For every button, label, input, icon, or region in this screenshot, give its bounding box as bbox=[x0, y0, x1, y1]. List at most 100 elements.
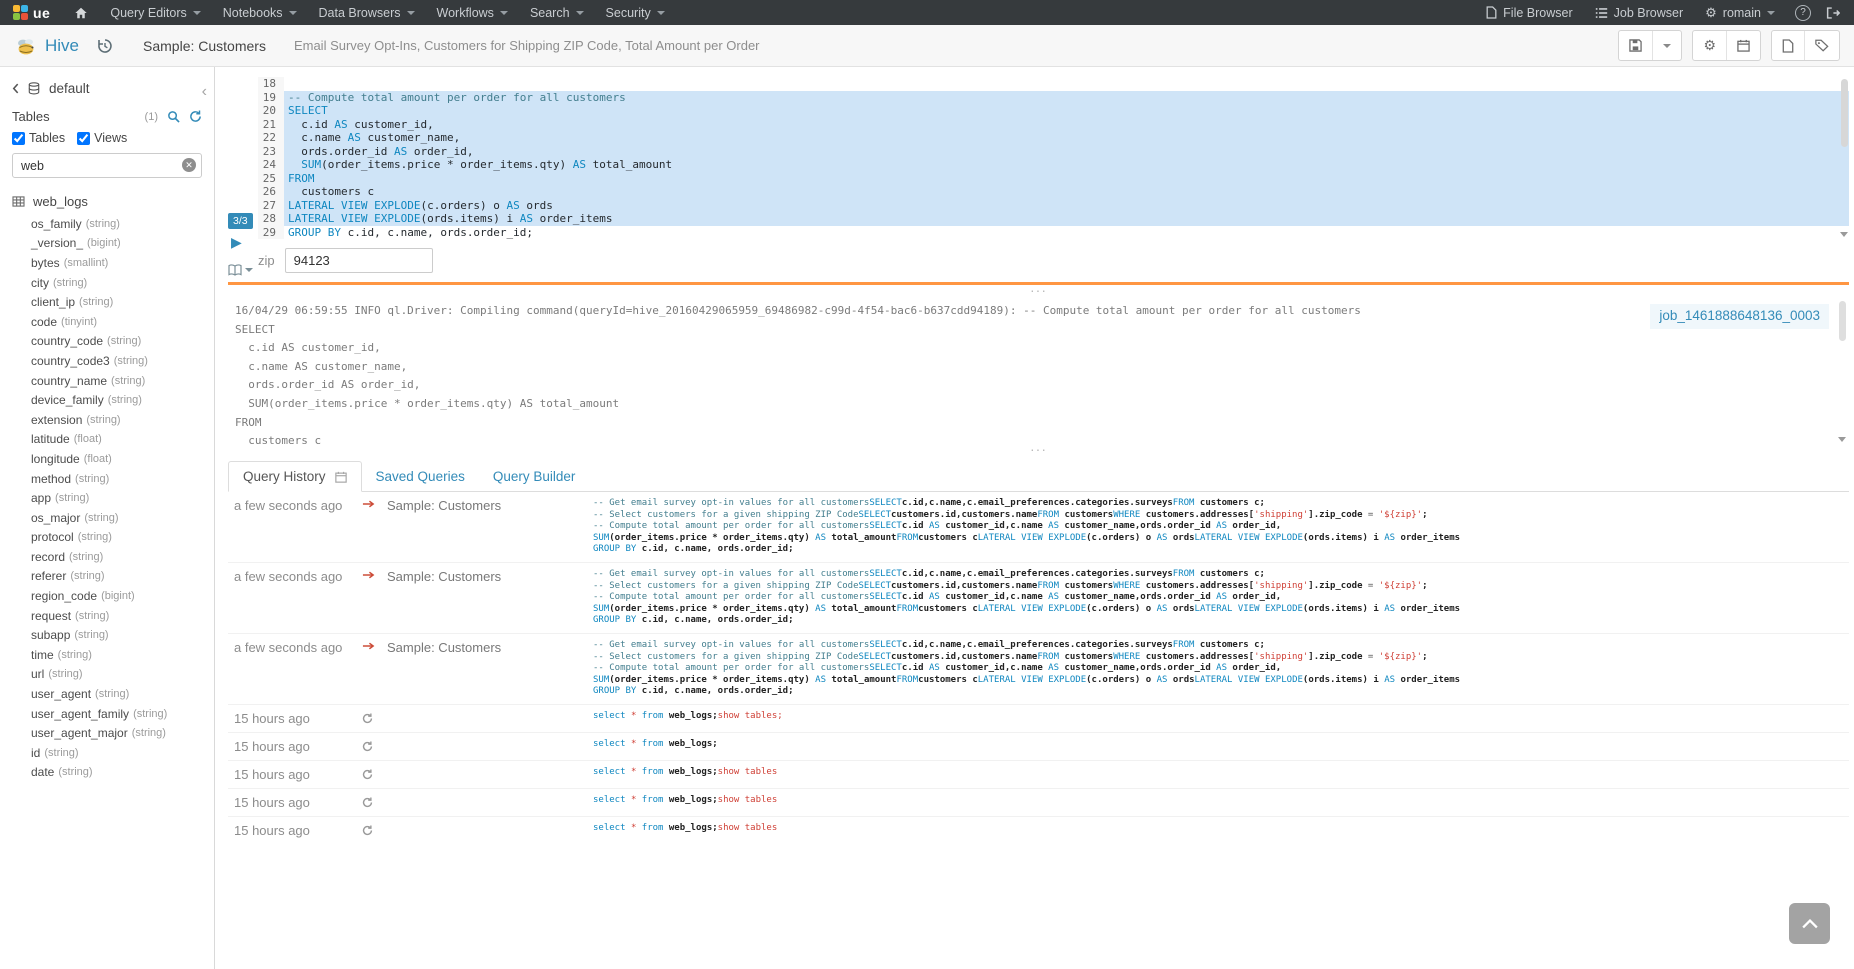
database-selector[interactable]: default bbox=[0, 73, 214, 102]
code-line-24[interactable]: 24 SUM(order_items.price * order_items.q… bbox=[258, 158, 1849, 172]
history-row[interactable]: 15 hours agoselect * from web_logs;show … bbox=[228, 704, 1849, 732]
table-search-input[interactable] bbox=[12, 153, 202, 178]
column-item-record[interactable]: record(string) bbox=[31, 547, 214, 567]
tab-saved-queries[interactable]: Saved Queries bbox=[362, 462, 479, 491]
refresh-icon[interactable] bbox=[356, 732, 381, 760]
save-button[interactable] bbox=[1619, 31, 1652, 60]
tab-query-history[interactable]: Query History bbox=[228, 461, 362, 492]
history-row[interactable]: a few seconds agoSample: Customers-- Get… bbox=[228, 492, 1849, 562]
history-row[interactable]: 15 hours agoselect * from web_logs;show … bbox=[228, 788, 1849, 816]
column-item-_version_[interactable]: _version_(bigint) bbox=[31, 234, 214, 254]
column-item-code[interactable]: code(tinyint) bbox=[31, 312, 214, 332]
variable-zip-input[interactable] bbox=[285, 248, 433, 273]
topnav-menu-query-editors[interactable]: Query Editors bbox=[99, 0, 211, 25]
user-menu[interactable]: ⚙ romain bbox=[1694, 0, 1786, 25]
column-item-user_agent[interactable]: user_agent(string) bbox=[31, 684, 214, 704]
scrollbar-thumb[interactable] bbox=[1841, 79, 1848, 147]
job-link[interactable]: job_1461888648136_0003 bbox=[1650, 304, 1829, 329]
filter-tables-checkbox[interactable]: Tables bbox=[12, 131, 65, 145]
column-item-country_code[interactable]: country_code(string) bbox=[31, 332, 214, 352]
scroll-down-icon[interactable] bbox=[1840, 232, 1848, 237]
redo-icon[interactable] bbox=[356, 492, 381, 562]
code-line-23[interactable]: 23 ords.order_id AS order_id, bbox=[258, 145, 1849, 159]
topnav-menu-notebooks[interactable]: Notebooks bbox=[212, 0, 308, 25]
history-row[interactable]: a few seconds agoSample: Customers-- Get… bbox=[228, 562, 1849, 633]
job-browser-button[interactable]: Job Browser bbox=[1584, 0, 1694, 25]
refresh-icon[interactable] bbox=[356, 760, 381, 788]
history-query-sql[interactable]: -- Get email survey opt-in values for al… bbox=[587, 633, 1849, 704]
code-line-22[interactable]: 22 c.name AS customer_name, bbox=[258, 131, 1849, 145]
execute-button[interactable]: ▶ bbox=[231, 234, 242, 251]
refresh-icon[interactable] bbox=[356, 788, 381, 816]
clear-search-icon[interactable]: ✕ bbox=[182, 158, 196, 172]
scroll-to-top-button[interactable] bbox=[1789, 903, 1830, 944]
column-item-bytes[interactable]: bytes(smallint) bbox=[31, 253, 214, 273]
column-item-time[interactable]: time(string) bbox=[31, 645, 214, 665]
column-item-user_agent_major[interactable]: user_agent_major(string) bbox=[31, 723, 214, 743]
hive-app-home[interactable]: Hive bbox=[14, 35, 79, 57]
code-line-27[interactable]: 27LATERAL VIEW EXPLODE(c.orders) o AS or… bbox=[258, 199, 1849, 213]
refresh-icon[interactable] bbox=[356, 816, 381, 844]
tags-button[interactable] bbox=[1804, 31, 1839, 60]
refresh-tables-button[interactable] bbox=[189, 110, 202, 123]
file-browser-button[interactable]: File Browser bbox=[1475, 0, 1583, 25]
code-line-19[interactable]: 19-- Compute total amount per order for … bbox=[258, 91, 1849, 105]
collapse-sidebar-button[interactable]: ‹ bbox=[202, 83, 207, 101]
views-checkbox-input[interactable] bbox=[77, 132, 90, 145]
column-item-app[interactable]: app(string) bbox=[31, 488, 214, 508]
editor-scrollbar[interactable] bbox=[1839, 77, 1849, 239]
scrollbar-thumb[interactable] bbox=[1839, 301, 1846, 341]
column-item-subapp[interactable]: subapp(string) bbox=[31, 625, 214, 645]
logout-button[interactable] bbox=[1820, 0, 1846, 25]
hue-brand[interactable]: ue bbox=[0, 5, 63, 21]
code-line-18[interactable]: 18 bbox=[258, 77, 1849, 91]
new-query-button[interactable] bbox=[1772, 31, 1804, 60]
column-item-url[interactable]: url(string) bbox=[31, 665, 214, 685]
clear-history-icon[interactable] bbox=[335, 471, 347, 483]
column-item-referer[interactable]: referer(string) bbox=[31, 567, 214, 587]
column-item-user_agent_family[interactable]: user_agent_family(string) bbox=[31, 704, 214, 724]
column-item-extension[interactable]: extension(string) bbox=[31, 410, 214, 430]
query-history-icon[interactable] bbox=[97, 38, 113, 54]
column-item-device_family[interactable]: device_family(string) bbox=[31, 390, 214, 410]
code-line-29[interactable]: 29GROUP BY c.id, c.name, ords.order_id; bbox=[258, 226, 1849, 240]
topnav-menu-workflows[interactable]: Workflows bbox=[426, 0, 519, 25]
history-query-sql[interactable]: -- Get email survey opt-in values for al… bbox=[587, 492, 1849, 562]
redo-icon[interactable] bbox=[356, 562, 381, 633]
tables-checkbox-input[interactable] bbox=[12, 132, 25, 145]
column-item-os_family[interactable]: os_family(string) bbox=[31, 214, 214, 234]
history-query-sql[interactable]: select * from web_logs; bbox=[587, 732, 1849, 760]
column-item-city[interactable]: city(string) bbox=[31, 273, 214, 293]
save-options-button[interactable] bbox=[1652, 31, 1681, 60]
history-row[interactable]: a few seconds agoSample: Customers-- Get… bbox=[228, 633, 1849, 704]
filter-views-checkbox[interactable]: Views bbox=[77, 131, 127, 145]
resize-handle[interactable]: ··· bbox=[228, 285, 1849, 298]
history-row[interactable]: 15 hours agoselect * from web_logs; bbox=[228, 732, 1849, 760]
topnav-menu-search[interactable]: Search bbox=[519, 0, 595, 25]
column-item-longitude[interactable]: longitude(float) bbox=[31, 449, 214, 469]
log-scrollbar[interactable] bbox=[1837, 298, 1847, 444]
column-item-region_code[interactable]: region_code(bigint) bbox=[31, 586, 214, 606]
redo-icon[interactable] bbox=[356, 633, 381, 704]
scroll-down-icon[interactable] bbox=[1838, 437, 1846, 442]
resize-handle[interactable]: ··· bbox=[228, 444, 1849, 457]
refresh-icon[interactable] bbox=[356, 704, 381, 732]
history-query-sql[interactable]: -- Get email survey opt-in values for al… bbox=[587, 562, 1849, 633]
code-line-21[interactable]: 21 c.id AS customer_id, bbox=[258, 118, 1849, 132]
code-line-25[interactable]: 25FROM bbox=[258, 172, 1849, 186]
schedule-button[interactable] bbox=[1726, 31, 1760, 60]
history-query-sql[interactable]: select * from web_logs;show tables; bbox=[587, 704, 1849, 732]
history-row[interactable]: 15 hours agoselect * from web_logs;show … bbox=[228, 760, 1849, 788]
code-line-26[interactable]: 26 customers c bbox=[258, 185, 1849, 199]
column-item-method[interactable]: method(string) bbox=[31, 469, 214, 489]
column-item-country_name[interactable]: country_name(string) bbox=[31, 371, 214, 391]
history-query-sql[interactable]: select * from web_logs;show tables bbox=[587, 788, 1849, 816]
code-line-20[interactable]: 20SELECT bbox=[258, 104, 1849, 118]
column-item-request[interactable]: request(string) bbox=[31, 606, 214, 626]
tab-query-builder[interactable]: Query Builder bbox=[479, 462, 590, 491]
topnav-menu-data-browsers[interactable]: Data Browsers bbox=[308, 0, 426, 25]
sql-editor[interactable]: 1819-- Compute total amount per order fo… bbox=[258, 77, 1849, 239]
column-item-os_major[interactable]: os_major(string) bbox=[31, 508, 214, 528]
code-line-28[interactable]: 28LATERAL VIEW EXPLODE(ords.items) i AS … bbox=[258, 212, 1849, 226]
search-tables-button[interactable] bbox=[167, 110, 180, 123]
